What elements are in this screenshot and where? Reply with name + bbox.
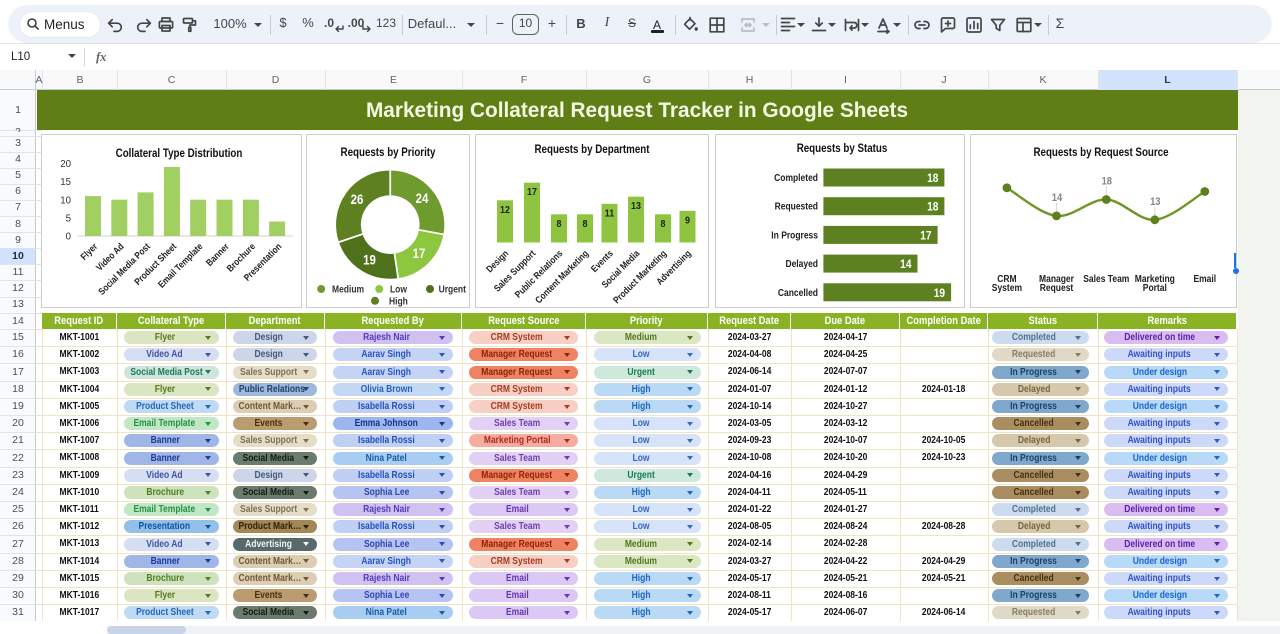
svg-text:19: 19 [934, 287, 945, 300]
svg-text:17: 17 [527, 186, 537, 198]
svg-text:8: 8 [583, 218, 588, 230]
svg-text:15: 15 [60, 176, 71, 187]
svg-text:Requests by Status: Requests by Status [797, 142, 888, 155]
svg-text:Medium: Medium [332, 283, 364, 294]
svg-text:10: 10 [60, 194, 71, 205]
svg-text:Delayed: Delayed [785, 258, 818, 269]
svg-text:Flyer: Flyer [78, 240, 100, 262]
svg-text:Requests by Priority: Requests by Priority [341, 146, 436, 159]
svg-text:High: High [389, 295, 408, 306]
svg-text:14: 14 [1052, 192, 1063, 204]
svg-text:17: 17 [920, 229, 931, 242]
svg-text:13: 13 [631, 200, 641, 212]
svg-text:17: 17 [413, 246, 426, 261]
svg-text:Email: Email [1193, 273, 1216, 284]
svg-text:Low: Low [390, 283, 408, 294]
svg-text:Cancelled: Cancelled [778, 287, 818, 298]
svg-text:Completed: Completed [774, 172, 818, 183]
svg-text:18: 18 [1102, 175, 1113, 187]
svg-text:8: 8 [661, 218, 666, 230]
svg-text:5: 5 [66, 213, 72, 224]
svg-text:System: System [992, 282, 1022, 293]
svg-text:Requested: Requested [775, 201, 819, 212]
svg-text:19: 19 [363, 252, 376, 267]
svg-text:0: 0 [66, 231, 72, 242]
svg-text:24: 24 [416, 191, 429, 206]
svg-text:9: 9 [685, 214, 690, 226]
svg-text:Collateral Type Distribution: Collateral Type Distribution [116, 147, 243, 160]
svg-text:Request: Request [1040, 282, 1073, 293]
svg-text:Requests by Department: Requests by Department [535, 143, 650, 156]
svg-text:12: 12 [500, 204, 510, 216]
svg-text:20: 20 [60, 158, 71, 169]
svg-text:8: 8 [557, 218, 562, 230]
svg-text:Requests by Request Source: Requests by Request Source [1033, 146, 1168, 159]
svg-text:18: 18 [927, 201, 938, 214]
svg-text:13: 13 [1150, 196, 1161, 208]
svg-text:In Progress: In Progress [771, 229, 818, 240]
svg-text:26: 26 [351, 192, 364, 207]
svg-text:11: 11 [605, 207, 615, 219]
svg-text:Portal: Portal [1143, 282, 1167, 293]
svg-text:14: 14 [900, 258, 912, 271]
svg-text:18: 18 [927, 172, 938, 185]
svg-text:Sales Team: Sales Team [1083, 273, 1129, 284]
svg-text:Urgent: Urgent [439, 283, 466, 294]
